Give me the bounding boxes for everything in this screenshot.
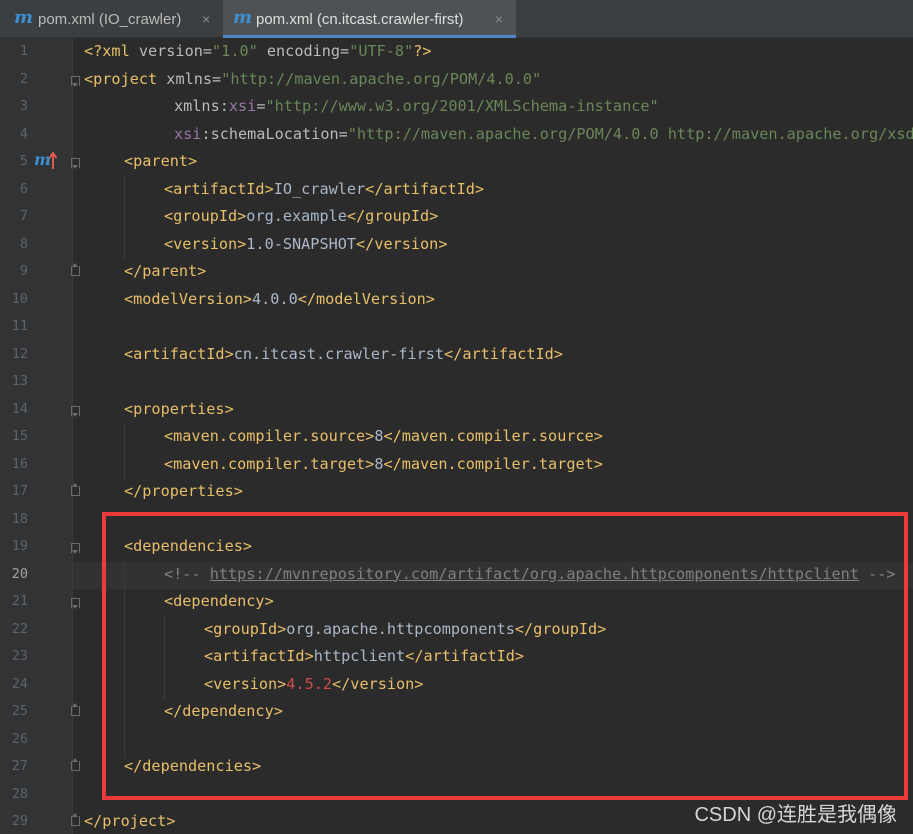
line-number: 12 [11,345,28,362]
code-line-1: <?xml version="1.0" encoding="UTF-8"?> [84,42,432,60]
code-line-29: </project> [84,812,176,830]
line-number-current: 20 [11,565,28,582]
code-line-16: <maven.compiler.target>8</maven.compiler… [164,454,603,473]
line-number: 8 [19,235,28,252]
code-line-2: <project xmlns="http://maven.apache.org/… [84,69,542,88]
maven-file-icon: m [233,7,253,28]
line-number: 4 [19,125,28,142]
code-line-12: <artifactId>cn.itcast.crawler-first</art… [124,344,563,363]
line-number: 5 [19,153,28,169]
code-line-14: <properties> [124,399,234,418]
fold-toggle-icon[interactable] [71,406,80,417]
indent-guide [164,615,165,701]
code-line-15: <maven.compiler.source>8</maven.compiler… [164,427,603,445]
code-line-22: <groupId>org.apache.httpcomponents</grou… [204,619,607,638]
code-line-23: <artifactId>httpclient</artifactId> [204,647,525,665]
line-number: 21 [11,593,28,609]
fold-toggle-icon[interactable] [71,263,80,276]
close-icon[interactable]: × [495,11,503,27]
code-line-9: </parent> [124,262,207,280]
indent-guide [124,423,125,480]
maven-file-icon: m [14,7,34,28]
watermark: CSDN @连胜是我偶像 [694,804,897,826]
tab-pom-io-crawler[interactable]: m pom.xml (IO_crawler) × [0,0,222,38]
version-value-error: 4.5.2 [286,674,333,693]
fold-toggle-icon[interactable] [71,76,80,87]
line-number: 23 [11,648,28,664]
line-number: 2 [19,70,28,87]
navigate-up-arrow-icon[interactable] [48,150,58,170]
line-number: 22 [11,620,28,637]
code-line-17: </properties> [124,482,243,500]
line-number: 11 [11,318,28,334]
line-number: 16 [11,455,28,472]
code-line-6: <artifactId>IO_crawler</artifactId> [164,179,485,198]
indent-guide [124,175,125,259]
line-number: 7 [19,208,28,224]
repository-link[interactable]: https://mvnrepository.com/artifact/org.a… [210,565,859,583]
code-line-27: </dependencies> [124,757,262,775]
line-number: 13 [11,373,28,389]
code-line-19: <dependencies> [124,537,253,555]
code-line-24: <version>4.5.2</version> [204,674,424,693]
line-number: 24 [11,675,28,692]
line-number: 29 [11,813,28,829]
line-number: 10 [11,290,28,307]
tab-pom-crawler-first[interactable]: m pom.xml (cn.itcast.crawler-first) × [223,0,516,38]
line-number: 14 [11,400,28,417]
fold-toggle-icon[interactable] [71,158,80,169]
code-line-25: </dependency> [164,702,283,720]
fold-toggle-icon[interactable] [71,543,80,554]
line-number: 17 [11,483,28,499]
code-line-7: <groupId>org.example</groupId> [164,207,439,225]
editor-tab-bar: m pom.xml (IO_crawler) × m pom.xml (cn.i… [0,0,913,38]
code-line-8: <version>1.0-SNAPSHOT</version> [164,234,448,253]
line-number: 6 [19,180,28,197]
fold-toggle-icon[interactable] [71,703,80,716]
line-number: 27 [11,758,28,774]
code-line-5: <parent> [124,152,198,170]
fold-toggle-icon[interactable] [71,483,80,496]
line-number: 15 [11,428,28,444]
tab-label: pom.xml (cn.itcast.crawler-first) [256,11,464,28]
code-line-3: xmlns:xsi="http://www.w3.org/2001/XMLSch… [174,97,659,115]
ide-window: m pom.xml (IO_crawler) × m pom.xml (cn.i… [0,0,913,834]
line-number: 25 [11,703,28,719]
code-line-4: xsi:schemaLocation="http://maven.apache.… [174,124,913,143]
line-number: 9 [19,263,28,279]
code-line-21: <dependency> [164,592,274,610]
close-icon[interactable]: × [202,11,210,27]
indent-guide [124,560,125,758]
tab-label: pom.xml (IO_crawler) [38,11,182,28]
fold-toggle-icon[interactable] [71,758,80,771]
fold-toggle-icon[interactable] [71,813,80,826]
code-line-20: <!-- https://mvnrepository.com/artifact/… [164,564,896,583]
line-number: 1 [19,43,28,59]
line-number: 28 [11,785,28,802]
fold-toggle-icon[interactable] [71,598,80,609]
line-number: 18 [11,510,28,527]
line-number: 3 [19,98,28,114]
code-line-10: <modelVersion>4.0.0</modelVersion> [124,289,435,308]
line-number: 26 [11,730,28,747]
line-number: 19 [11,538,28,554]
